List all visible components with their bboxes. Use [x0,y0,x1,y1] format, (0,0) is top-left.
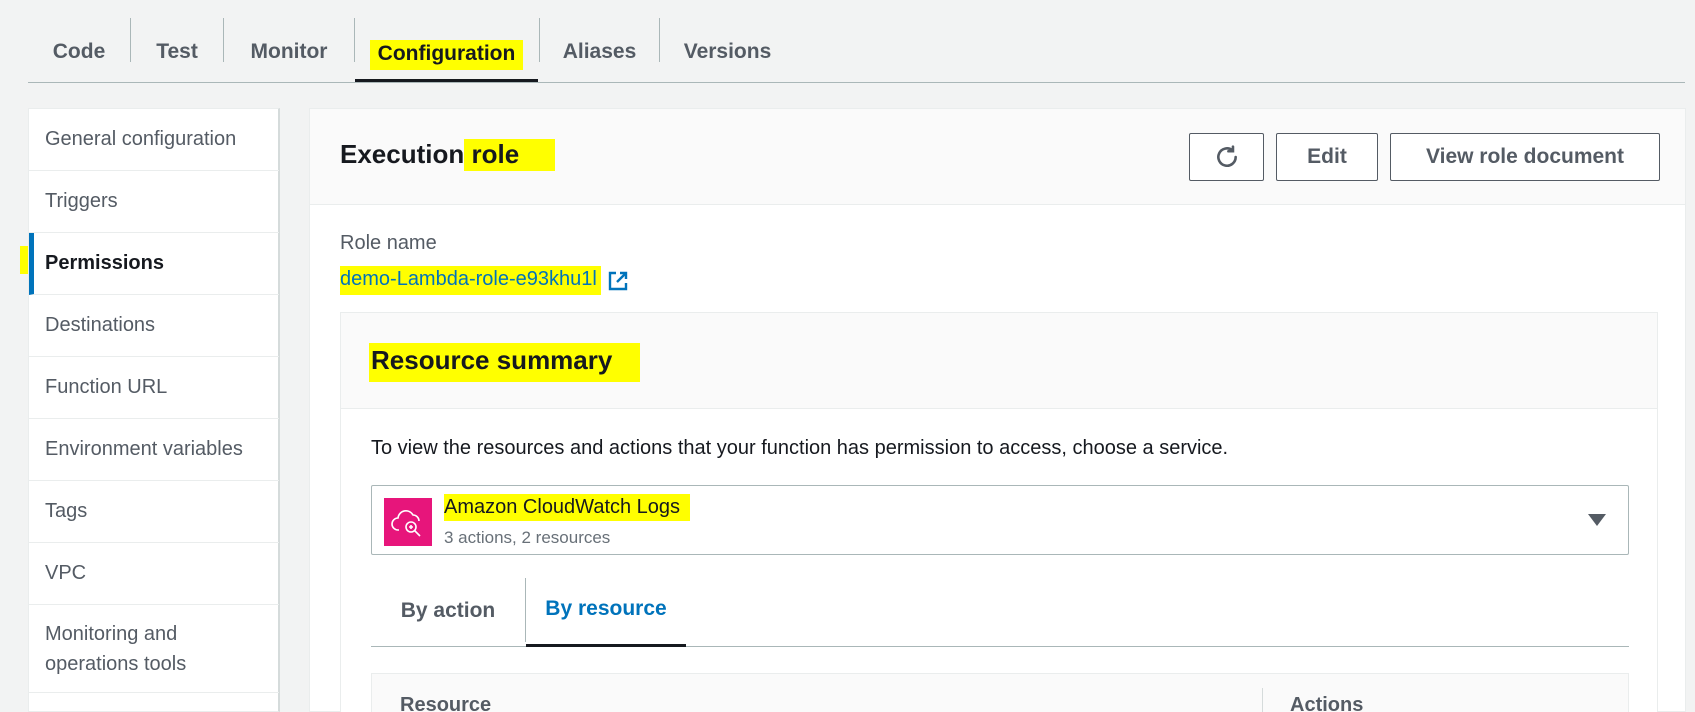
nav-item-triggers[interactable]: Triggers [29,171,279,233]
resource-summary-header: Resource summary [341,313,1657,409]
resource-summary-description: To view the resources and actions that y… [371,437,1229,459]
tab-by-resource[interactable]: By resource [526,574,686,647]
tab-monitor[interactable]: Monitor [224,20,354,82]
nav-item-environment-variables[interactable]: Environment variables [29,419,279,481]
role-name-text: demo-Lambda-role-e93khu1l [340,266,601,295]
nav-item-monitoring[interactable]: Monitoring and operations tools [29,605,279,693]
tab-versions[interactable]: Versions [660,20,795,82]
page-title: Execution role [340,139,556,171]
nav-item-destinations[interactable]: Destinations [29,295,279,357]
nav-item-function-url[interactable]: Function URL [29,357,279,419]
refresh-icon [1216,145,1237,168]
tab-test[interactable]: Test [131,20,223,82]
tab-configuration[interactable]: Configuration [355,20,538,82]
nav-item-general-configuration[interactable]: General configuration [29,109,279,171]
service-name: Amazon CloudWatch Logs [444,494,691,521]
resource-summary-card: Resource summary To view the resources a… [340,312,1658,712]
caret-down-icon [1588,514,1606,526]
nav-item-permissions[interactable]: Permissions [29,233,279,295]
column-header-actions[interactable]: Actions [1290,694,1363,712]
nav-item-vpc[interactable]: VPC [29,543,279,605]
page-title-part2: role [464,139,556,171]
service-summary: 3 actions, 2 resources [444,528,611,547]
service-select[interactable]: Amazon CloudWatch Logs 3 actions, 2 reso… [371,485,1629,555]
page-title-part1: Execution [340,139,465,169]
tab-code[interactable]: Code [28,20,130,82]
resource-summary-tabs: By action By resource [371,574,1629,647]
role-name-label: Role name [340,232,437,254]
configuration-side-nav: General configuration Triggers Permissio… [28,108,280,712]
tab-configuration-label: Configuration [369,40,524,70]
execution-role-header: Execution role Edit View role document [310,109,1685,205]
resource-summary-title: Resource summary [369,343,641,382]
cloudwatch-logs-icon [384,498,432,546]
edit-button[interactable]: Edit [1276,133,1378,181]
nav-item-permissions-label: Permissions [45,252,164,274]
top-tab-bar: Code Test Monitor Configuration Aliases … [28,0,1685,83]
nav-item-monitoring-line1: Monitoring and [45,622,178,645]
column-header-resource[interactable]: Resource [400,694,491,712]
nav-item-monitoring-line2: operations tools [45,652,187,675]
nav-item-tags[interactable]: Tags [29,481,279,543]
refresh-button[interactable] [1189,133,1264,181]
tab-by-action[interactable]: By action [371,574,525,647]
external-link-icon [608,271,628,290]
resource-table-header: Resource Actions [371,673,1629,712]
role-name-link[interactable]: demo-Lambda-role-e93khu1l [340,266,629,295]
view-role-document-button[interactable]: View role document [1390,133,1660,181]
execution-role-panel: Execution role Edit View role document R… [309,108,1686,712]
tab-aliases[interactable]: Aliases [540,20,659,82]
column-divider [1262,688,1263,712]
